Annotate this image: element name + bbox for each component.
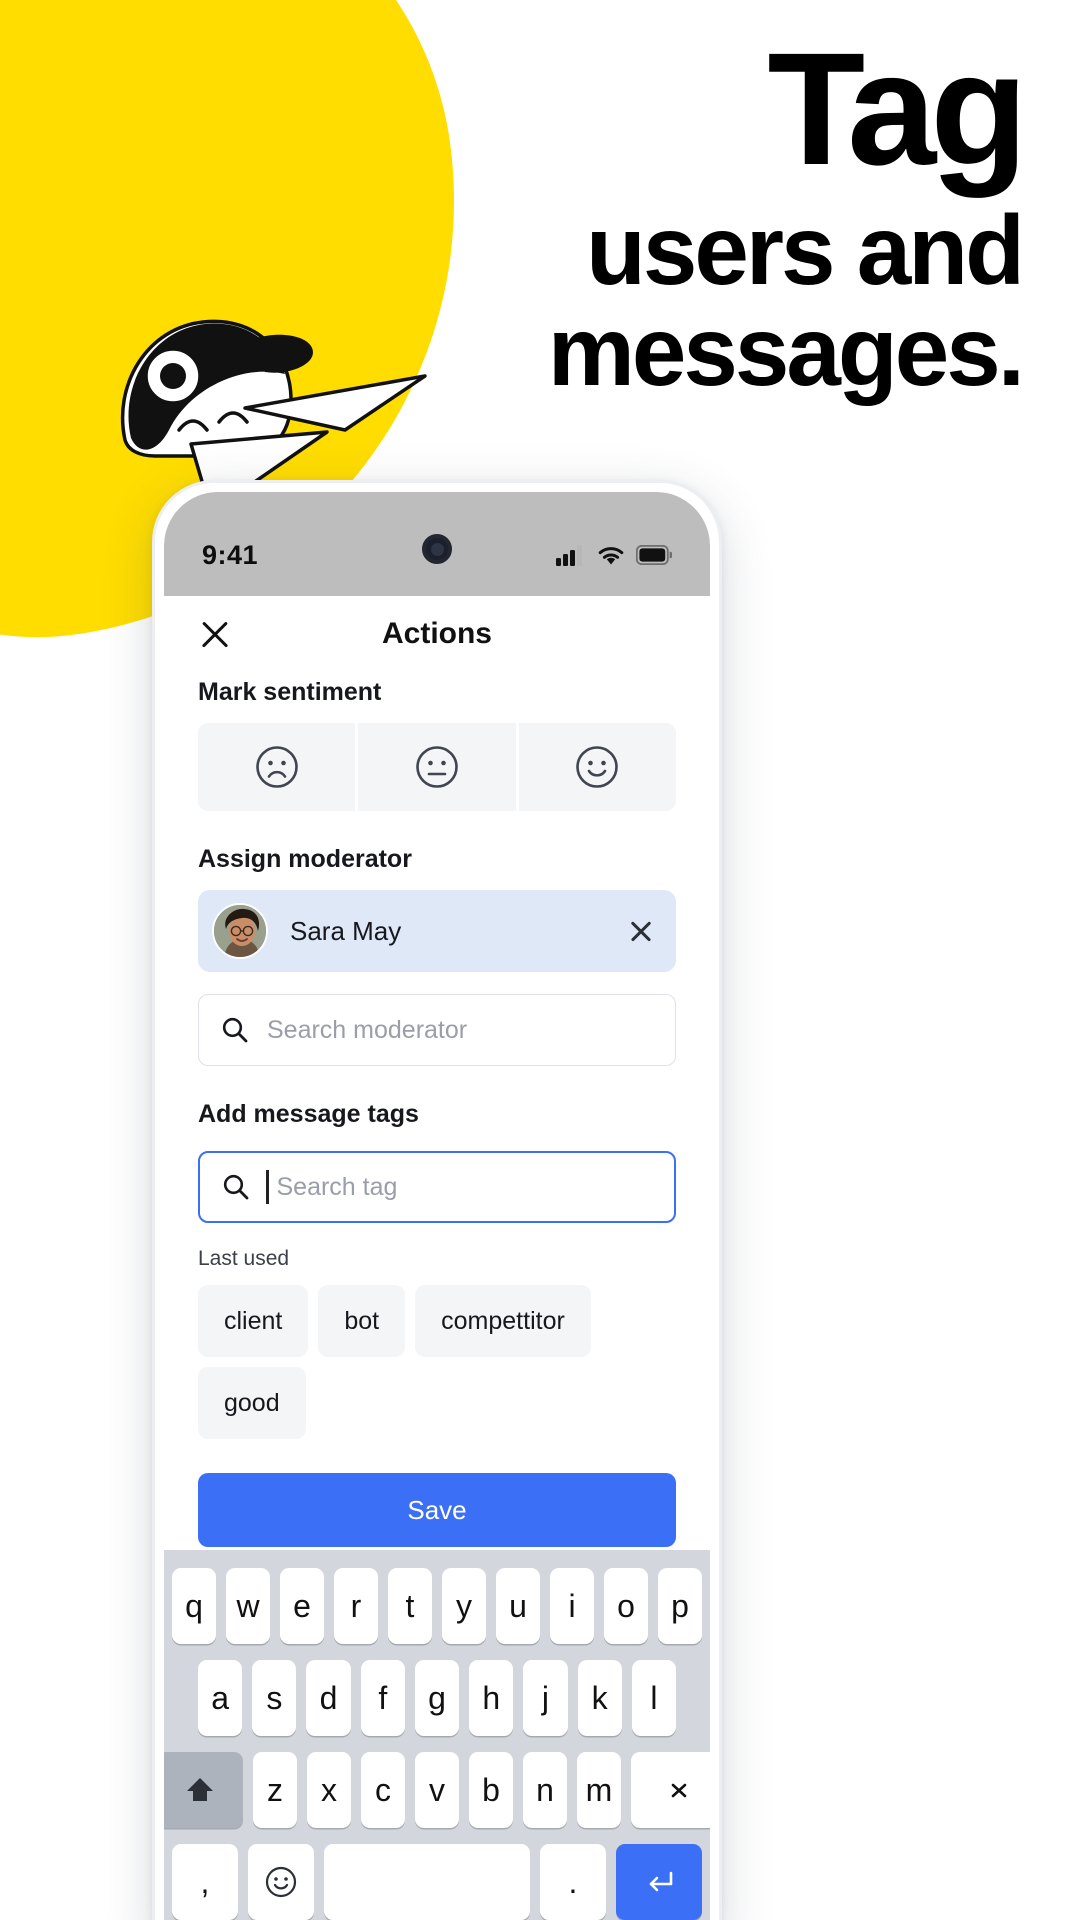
emoji-key[interactable] [248,1844,314,1920]
tag-chip[interactable]: client [198,1285,309,1357]
tag-chip[interactable]: bot [318,1285,406,1357]
key-x[interactable]: x [307,1752,351,1828]
save-button[interactable]: Save [198,1473,676,1547]
keyboard-row-3: z x c v b n m [164,1752,710,1828]
search-icon [223,1174,249,1200]
return-icon [649,1871,673,1892]
period-key[interactable]: . [540,1844,606,1920]
actions-modal: Actions Mark sentiment Assign moderator … [164,596,710,1920]
page-title: Actions [381,617,492,650]
key-r[interactable]: r [334,1568,378,1644]
return-key[interactable] [616,1844,702,1920]
key-q[interactable]: q [172,1568,216,1644]
tag-chip[interactable]: compettitor [415,1285,591,1357]
key-u[interactable]: u [496,1568,540,1644]
key-j[interactable]: j [523,1660,568,1736]
key-z[interactable]: z [253,1752,297,1828]
sentiment-section-label: Mark sentiment [198,678,382,706]
last-used-tag-list: client bot compettitor good [198,1285,676,1439]
key-w[interactable]: w [226,1568,270,1644]
status-bar-icons [556,544,672,566]
onscreen-keyboard: q w e r t y u i o p a s d f g h j k l z … [164,1550,710,1920]
backspace-key[interactable] [631,1752,710,1828]
assigned-moderator-chip[interactable]: Sara May [198,890,676,972]
key-c[interactable]: c [361,1752,405,1828]
status-bar-time: 9:41 [202,539,259,570]
key-a[interactable]: a [198,1660,243,1736]
front-camera-punch-hole [422,534,452,564]
remove-moderator-icon[interactable] [628,918,654,944]
last-used-label: Last used [198,1247,290,1270]
key-p[interactable]: p [658,1568,702,1644]
key-b[interactable]: b [469,1752,513,1828]
phone-volume-up-button[interactable] [152,623,155,689]
key-h[interactable]: h [469,1660,514,1736]
tag-chip[interactable]: good [198,1367,306,1439]
comma-key[interactable]: , [172,1844,238,1920]
marketing-screenshot: Tag users and messages. 9:41 Actions Mar… [0,0,1080,1920]
backspace-icon [655,1777,692,1803]
key-v[interactable]: v [415,1752,459,1828]
tags-section-label: Add message tags [198,1100,419,1128]
emoji-icon [265,1866,297,1898]
moderator-search-input[interactable]: Search moderator [198,994,676,1066]
sentiment-neutral-button[interactable] [358,723,516,811]
phone-volume-down-button[interactable] [152,709,155,775]
text-caret [266,1170,269,1204]
space-key[interactable] [324,1844,530,1920]
phone-power-button[interactable] [719,839,722,949]
avatar [212,903,268,959]
neutral-face-icon [416,746,458,788]
phone-mockup: 9:41 Actions Mark sentiment Assign moder… [152,480,722,1920]
wifi-icon [598,546,624,564]
key-o[interactable]: o [604,1568,648,1644]
modal-top-bar: Actions [198,596,676,672]
moderator-search-placeholder: Search moderator [267,1015,468,1044]
key-s[interactable]: s [252,1660,297,1736]
key-d[interactable]: d [306,1660,351,1736]
status-bar: 9:41 [164,492,710,596]
key-y[interactable]: y [442,1568,486,1644]
key-k[interactable]: k [577,1660,622,1736]
smiling-face-icon [576,746,619,788]
keyboard-row-1: q w e r t y u i o p [172,1568,702,1644]
headline-line-2: users and [586,195,1025,306]
key-f[interactable]: f [360,1660,405,1736]
key-n[interactable]: n [523,1752,567,1828]
shift-key[interactable] [164,1752,243,1828]
key-g[interactable]: g [414,1660,460,1736]
battery-icon [636,545,672,565]
key-l[interactable]: l [631,1660,676,1736]
shift-icon [187,1778,213,1801]
moderator-section-label: Assign moderator [198,845,412,873]
cellular-signal-icon [556,545,582,566]
keyboard-row-4: , . [172,1844,702,1920]
sentiment-positive-button[interactable] [518,723,676,811]
headline-line-1: Tag [767,19,1028,198]
search-icon [222,1017,248,1043]
frowning-face-icon [255,746,298,788]
key-i[interactable]: i [550,1568,594,1644]
phone-silent-switch[interactable] [152,885,155,931]
moderator-name: Sara May [290,915,402,946]
keyboard-row-2: a s d f g h j k l [172,1660,702,1736]
key-e[interactable]: e [280,1568,324,1644]
sentiment-negative-button[interactable] [198,723,356,811]
sentiment-options [198,723,676,811]
key-m[interactable]: m [577,1752,621,1828]
key-t[interactable]: t [388,1568,432,1644]
tag-search-input[interactable]: Search tag [198,1151,676,1223]
tag-search-placeholder: Search tag [276,1172,398,1201]
